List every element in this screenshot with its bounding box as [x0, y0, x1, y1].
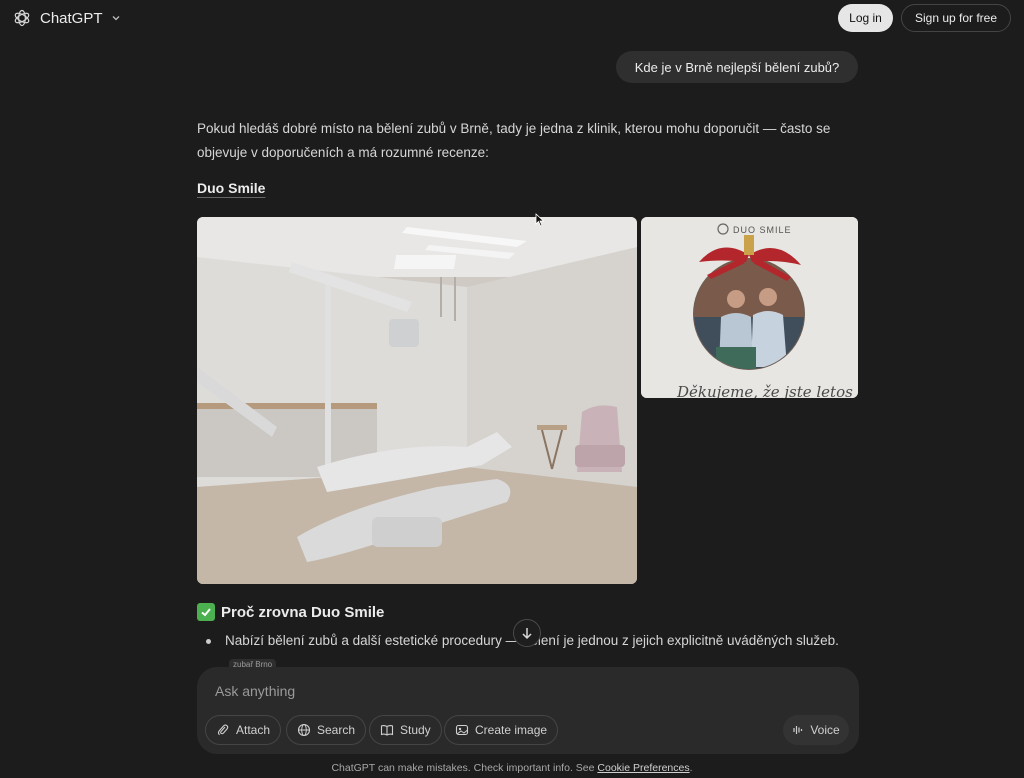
attach-label: Attach — [236, 723, 271, 737]
clinic-greeting-card-image[interactable]: DUO SMILE Děkujeme, že jste letos — [641, 217, 858, 398]
attach-button[interactable]: Attach — [205, 715, 282, 745]
book-icon — [380, 725, 394, 736]
create-image-label: Create image — [475, 723, 548, 737]
section-heading-text: Proč zrovna Duo Smile — [221, 603, 385, 621]
mouse-pointer-icon — [535, 213, 545, 227]
search-button[interactable]: Search — [286, 715, 367, 745]
chat-app: ChatGPT Log in Sign up for free Kde je v… — [0, 0, 1024, 778]
user-message-bubble: Kde je v Brně nejlepší bělení zubů? — [616, 51, 858, 83]
voice-label: Voice — [810, 723, 840, 737]
greeting-card-illustration: DUO SMILE Děkujeme, že jste letos — [641, 217, 858, 398]
model-switcher[interactable]: ChatGPT — [12, 6, 121, 30]
disclaimer-footer: ChatGPT can make mistakes. Check importa… — [0, 762, 1024, 774]
scroll-to-bottom-button[interactable] — [513, 619, 541, 647]
cookie-preferences-link[interactable]: Cookie Preferences — [597, 762, 689, 774]
message-composer[interactable]: Ask anything Attach Search Study Create … — [197, 667, 859, 754]
openai-logo-icon — [14, 9, 30, 27]
assistant-text-line: objevuje v doporučeních a má rozumné rec… — [197, 145, 489, 160]
paperclip-icon — [217, 724, 229, 736]
disclaimer-text: ChatGPT can make mistakes. Check importa… — [331, 762, 595, 774]
app-name: ChatGPT — [40, 9, 103, 27]
bullet-dot — [206, 639, 211, 644]
check-mark-icon — [197, 603, 215, 621]
footer-period: . — [689, 762, 693, 774]
signup-button[interactable]: Sign up for free — [901, 4, 1011, 32]
voice-button[interactable]: Voice — [783, 715, 849, 745]
waveform-icon — [793, 726, 803, 734]
top-bar: ChatGPT Log in Sign up for free — [0, 0, 1024, 36]
assistant-text-line: Pokud hledáš dobré místo na bělení zubů … — [197, 121, 831, 136]
clinic-link[interactable]: Duo Smile — [197, 180, 265, 196]
assistant-message: Pokud hledáš dobré místo na bělení zubů … — [197, 117, 859, 165]
clinic-room-image[interactable] — [197, 217, 637, 584]
arrow-down-icon — [522, 628, 532, 640]
study-label: Study — [400, 723, 431, 737]
card-logo-text: DUO SMILE — [733, 225, 792, 235]
study-button[interactable]: Study — [369, 715, 442, 745]
section-heading: Proč zrovna Duo Smile — [197, 603, 384, 621]
image-icon — [455, 724, 469, 736]
dental-room-illustration — [197, 217, 637, 584]
globe-icon — [297, 723, 311, 737]
card-caption: Děkujeme, že jste letos — [676, 383, 853, 398]
prompt-input[interactable]: Ask anything — [215, 683, 295, 699]
search-label: Search — [317, 723, 356, 737]
login-button[interactable]: Log in — [838, 4, 893, 32]
chevron-down-icon — [112, 16, 119, 21]
create-image-button[interactable]: Create image — [444, 715, 559, 745]
